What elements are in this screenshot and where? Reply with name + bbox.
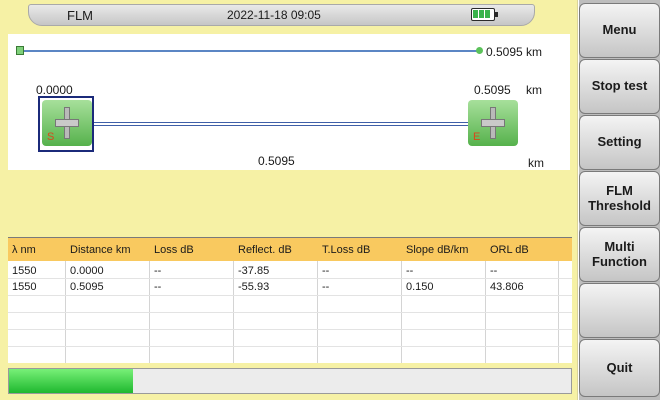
battery-cell: [479, 10, 484, 18]
cell-wavelength: 1550: [12, 265, 37, 277]
flm-threshold-button[interactable]: FLM Threshold: [579, 171, 660, 226]
cell-reflectance: -55.93: [238, 281, 270, 293]
cell-total-loss: --: [322, 281, 330, 293]
overview-start-marker: [16, 46, 24, 55]
cell-slope: 0.150: [406, 281, 434, 293]
connector-icon: [55, 107, 79, 139]
cell-reflectance: -37.85: [238, 265, 270, 277]
cell-orl: 43.806: [490, 281, 524, 293]
end-event-node[interactable]: E: [468, 100, 518, 146]
cell-orl: --: [490, 265, 498, 277]
start-event-node[interactable]: S: [42, 100, 92, 146]
column-header-distance: Distance km: [70, 244, 131, 256]
cell-wavelength: 1550: [12, 281, 37, 293]
cell-distance: 0.0000: [70, 265, 104, 277]
fiber-segment[interactable]: [80, 122, 472, 126]
column-header-wavelength: λ nm: [12, 244, 36, 256]
start-node-label: S: [47, 131, 55, 143]
connector-icon: [481, 107, 505, 139]
total-length: 0.5095 km: [486, 45, 543, 59]
end-node-label: E: [473, 131, 481, 143]
setting-button[interactable]: Setting: [579, 115, 660, 170]
link-map: 0.5095 km 0.0000 0.5095 km S E 0.5095 km: [8, 34, 570, 170]
empty-soft-button[interactable]: [579, 283, 660, 338]
event-table-header: λ nm Distance km Loss dB Reflect. dB T.L…: [8, 238, 572, 261]
start-position: 0.0000: [36, 83, 73, 97]
title-bar: FLM 2022-11-18 09:05: [28, 4, 535, 26]
cell-slope: --: [406, 265, 414, 277]
progress-fill: [9, 369, 133, 393]
stop-test-button[interactable]: Stop test: [579, 59, 660, 114]
column-header-total-loss: T.Loss dB: [322, 244, 371, 256]
segment-length: 0.5095: [258, 154, 295, 168]
battery-cell: [473, 10, 478, 18]
quit-button[interactable]: Quit: [579, 339, 660, 397]
app-title: FLM: [67, 8, 93, 23]
date-time: 2022-11-18 09:05: [227, 8, 321, 22]
cell-loss: --: [154, 265, 162, 277]
segment-unit: km: [528, 156, 544, 170]
flm-app: FLM 2022-11-18 09:05 0.5095 km 0.0000 0.…: [0, 0, 660, 400]
overview-end-marker: [476, 47, 483, 54]
end-position: 0.5095: [474, 83, 511, 97]
sidebar: Menu Stop test Setting FLM Threshold Mul…: [579, 0, 660, 400]
test-progress-bar: [8, 368, 572, 394]
position-unit: km: [526, 83, 542, 97]
battery-icon: [471, 8, 498, 21]
battery-cell: [485, 10, 490, 18]
column-header-reflectance: Reflect. dB: [238, 244, 292, 256]
overview-line: [20, 50, 480, 52]
multi-function-button[interactable]: Multi Function: [579, 227, 660, 282]
cell-total-loss: --: [322, 265, 330, 277]
column-header-loss: Loss dB: [154, 244, 194, 256]
column-header-slope: Slope dB/km: [406, 244, 469, 256]
main-area: FLM 2022-11-18 09:05 0.5095 km 0.0000 0.…: [0, 0, 578, 400]
cell-loss: --: [154, 281, 162, 293]
column-header-orl: ORL dB: [490, 244, 529, 256]
event-table: λ nm Distance km Loss dB Reflect. dB T.L…: [8, 237, 572, 363]
menu-button[interactable]: Menu: [579, 3, 660, 58]
cell-distance: 0.5095: [70, 281, 104, 293]
